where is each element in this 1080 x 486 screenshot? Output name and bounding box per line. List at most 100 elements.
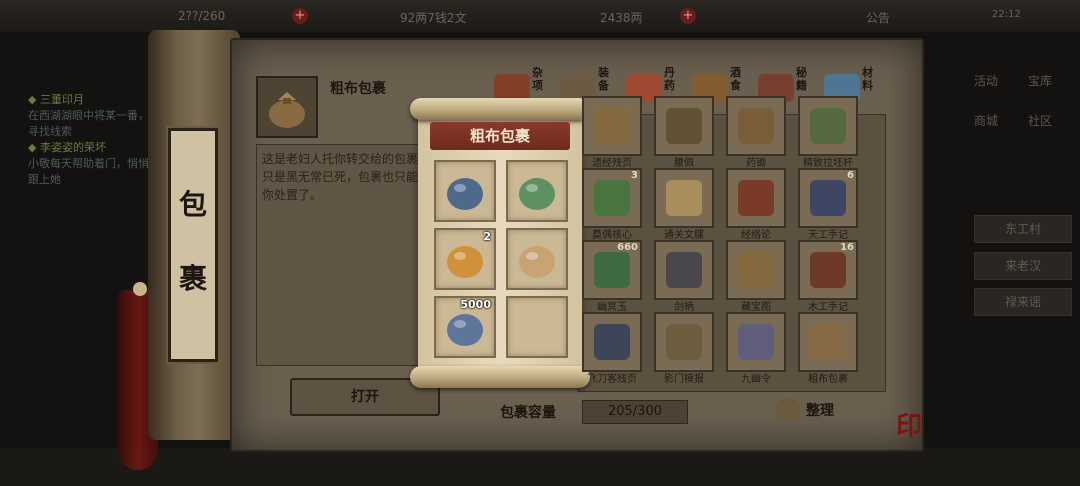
inventory-scroll-label: 包 裹 (168, 128, 218, 362)
tassel-knot (133, 282, 147, 296)
popup-item-slot[interactable] (506, 228, 568, 290)
popup-item-slot[interactable] (434, 160, 496, 222)
inventory-item-name: 木工手记 (808, 302, 848, 313)
category-tab-label: 装备 (598, 66, 609, 92)
add-stamina-button[interactable]: + (292, 8, 308, 24)
inventory-item-name: 剑柄 (674, 302, 694, 313)
item-count: 660 (617, 242, 638, 253)
quest-title: ◆ 李姿姿的荣坏 (28, 141, 106, 154)
popup-item-slot[interactable] (506, 160, 568, 222)
inventory-item-name: 影门模报 (664, 374, 704, 385)
right-side-menu: 活动 宝库 商城 社区 东工村 来老汉 禄来谣 (966, 60, 1080, 360)
seal-stamp-icon: 印 (896, 412, 923, 442)
cloth-bundle-icon (269, 92, 305, 128)
inventory-slot[interactable]: 6 (798, 168, 858, 228)
inventory-item-name: 药锄 (746, 158, 766, 169)
hoe-icon (738, 108, 774, 144)
core-icon (594, 180, 630, 216)
inventory-item-name: 腰佩 (674, 158, 694, 169)
location-button[interactable]: 东工村 (974, 215, 1072, 243)
inventory-slot[interactable]: 660 (582, 240, 642, 300)
category-tab-label: 秘籍 (796, 66, 807, 92)
menu-community-button[interactable]: 社区 (1028, 112, 1068, 132)
inventory-item-name: 幽冥玉 (597, 302, 627, 313)
letter-icon (519, 246, 555, 278)
npc-button[interactable]: 禄来谣 (974, 288, 1072, 316)
sort-button[interactable]: 整理 (776, 396, 846, 424)
inventory-slot[interactable] (582, 96, 642, 156)
blade-page-icon (594, 324, 630, 360)
quest-title: ◆ 三董印月 (28, 93, 84, 106)
selected-item-thumbnail (256, 76, 318, 138)
scroll-page-icon (594, 108, 630, 144)
item-description: 这是老妇人托你转交给的包裹，只是黑无常已死，包裹也只能任你处置了。 (262, 152, 431, 202)
menu-activity-button[interactable]: 活动 (974, 72, 1014, 92)
popup-bottom-roll (410, 366, 590, 388)
sort-label: 整理 (806, 403, 834, 419)
inventory-slot[interactable] (726, 96, 786, 156)
notebook-icon (810, 180, 846, 216)
woodwork-book-icon (810, 252, 846, 288)
item-count: 2 (483, 230, 491, 243)
npc-button[interactable]: 来老汉 (974, 252, 1072, 280)
inventory-item-name: 天工手记 (808, 230, 848, 241)
inventory-item-name: 通关文牒 (664, 230, 704, 241)
scroll-label-char: 裹 (178, 262, 207, 295)
category-tab-label: 杂项 (532, 66, 543, 92)
notice-button[interactable]: 公告 (866, 9, 890, 26)
menu-treasury-button[interactable]: 宝库 (1028, 72, 1068, 92)
inventory-slot[interactable]: 16 (798, 240, 858, 300)
silver-value: 2438两 (600, 11, 643, 25)
inventory-item-name: 精致拉坯杆 (803, 158, 853, 169)
inventory-item-name: 藏宝图 (741, 302, 771, 313)
popup-empty-slot (506, 296, 568, 358)
inventory-item-name: 粗布包裹 (808, 374, 848, 385)
quest-tracker[interactable]: ◆ 三董印月 在西湖湖眼中将某一番，寻找线索 ◆ 李姿姿的荣坏 小敬每天帮助着门… (28, 92, 158, 188)
inventory-slot[interactable] (798, 96, 858, 156)
stamina-value: 2??/260 (178, 9, 226, 23)
inventory-slot[interactable] (654, 312, 714, 372)
inventory-slot[interactable] (726, 240, 786, 300)
add-silver-button[interactable]: + (680, 8, 696, 24)
inventory-item-name: 经络论 (741, 230, 771, 241)
clock: 22:12 (992, 9, 1021, 20)
quest-desc: 小敬每天帮助着门，悄悄跟上她 (28, 157, 149, 186)
category-tab-label: 丹药 (664, 66, 675, 92)
token-icon (738, 324, 774, 360)
item-count: 6 (847, 170, 854, 181)
jade-icon (594, 252, 630, 288)
inventory-slot[interactable]: 3 (582, 168, 642, 228)
pass-icon (666, 180, 702, 216)
cloth-bundle-icon (810, 324, 846, 360)
inventory-item-name: 遗经残页 (592, 158, 632, 169)
inventory-slot[interactable] (798, 312, 858, 372)
inventory-slot[interactable] (726, 312, 786, 372)
popup-title: 粗布包裹 (430, 122, 570, 150)
capacity-label: 包裹容量 (500, 405, 556, 421)
treatise-icon (738, 180, 774, 216)
popup-item-slot[interactable]: 2 (434, 228, 496, 290)
capacity-value: 205/300 (582, 400, 688, 424)
scroll-label-char: 包 (178, 188, 207, 221)
belt-icon (666, 108, 702, 144)
inventory-slot[interactable] (726, 168, 786, 228)
inventory-slot[interactable] (582, 312, 642, 372)
menu-shop-button[interactable]: 商城 (974, 112, 1014, 132)
rod-icon (810, 108, 846, 144)
coins-value: 92两7钱2文 (400, 11, 467, 25)
bottom-bar (0, 448, 1080, 486)
map-icon (738, 252, 774, 288)
inventory-slot[interactable] (654, 96, 714, 156)
inventory-slot[interactable] (654, 168, 714, 228)
popup-top-roll (410, 98, 590, 120)
bag-icon (776, 398, 800, 420)
inventory-item-name: 九幽令 (741, 374, 771, 385)
category-tab-label: 酒食 (730, 66, 741, 92)
shadow-report-icon (666, 324, 702, 360)
popup-item-slot[interactable]: 5000 (434, 296, 496, 358)
hilt-icon (666, 252, 702, 288)
category-tab-label: 材料 (862, 66, 873, 92)
inventory-slot[interactable] (654, 240, 714, 300)
herb-jar-icon (519, 178, 555, 210)
top-status-bar: 2??/260 + 92两7钱2文 2438两 + 公告 22:12 (0, 0, 1080, 32)
